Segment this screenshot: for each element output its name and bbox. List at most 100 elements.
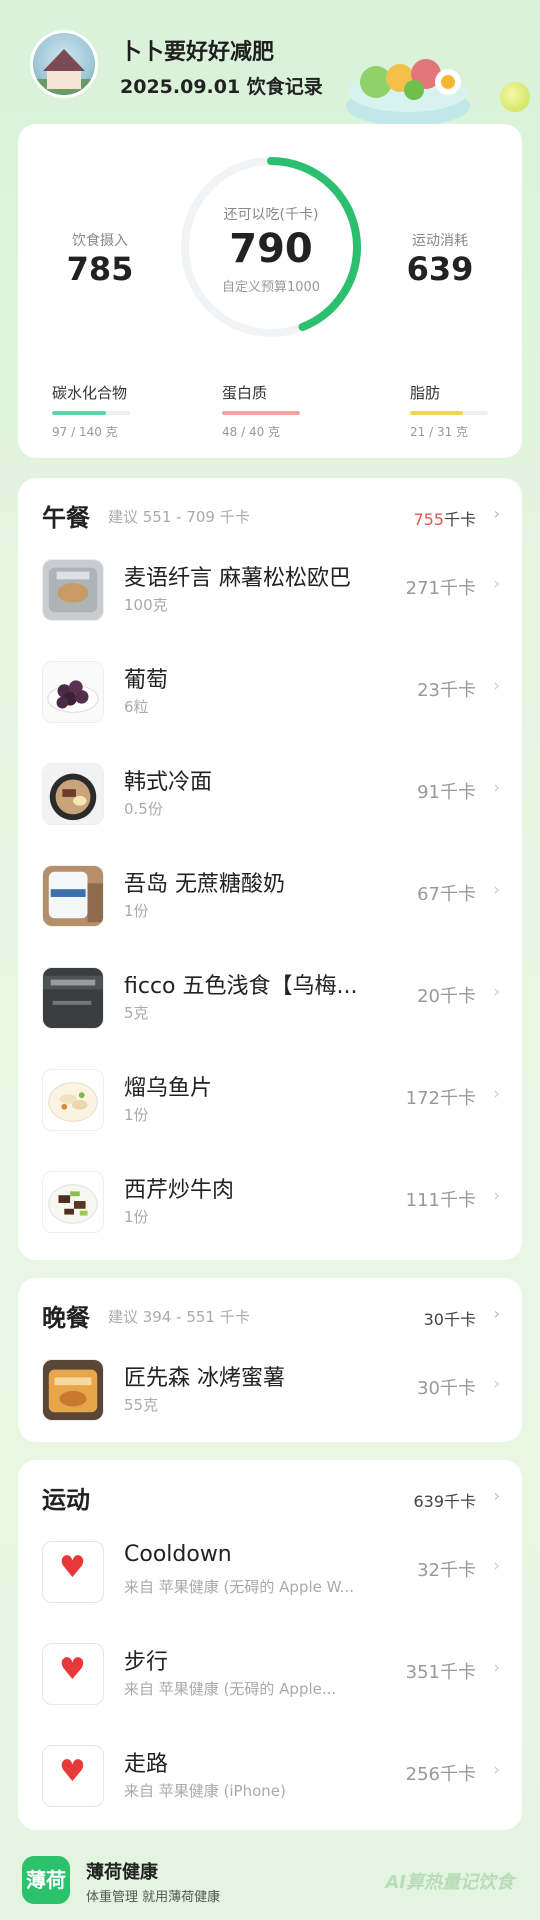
dinner-total: 30千卡 <box>423 1310 476 1329</box>
budget-text[interactable]: 自定义预算1000 <box>178 276 364 295</box>
exercise-kcal: 32千卡 <box>417 1560 476 1581</box>
macro-fat-value: 21 / 31 克 <box>410 425 469 439</box>
food-qty: 55克 <box>124 1396 159 1414</box>
dinner-header[interactable]: 晚餐 建议 394 - 551 千卡 30千卡 › <box>18 1278 522 1348</box>
avatar-roof <box>43 49 85 71</box>
footer-tagline: AI算热量记饮食 <box>385 1872 514 1893</box>
food-row-4[interactable]: ficco 五色浅食【乌梅... 5克 20千卡 › <box>18 952 522 1054</box>
exercise-value: 639 <box>406 250 474 288</box>
food-kcal: 111千卡 <box>405 1190 476 1211</box>
intake-value: 785 <box>66 250 134 288</box>
health-heart-icon: ♥ <box>42 1643 104 1705</box>
lunch-total: 755千卡 <box>413 506 476 530</box>
food-name: 西芹炒牛肉 <box>124 1178 235 1203</box>
chevron-right-icon: › <box>493 982 500 1002</box>
food-name: ficco 五色浅食【乌梅... <box>124 974 358 999</box>
food-row-2[interactable]: 韩式冷面 0.5份 91千卡 › <box>18 748 522 850</box>
exercise-row-1[interactable]: ♥ 步行 来自 苹果健康 (无碍的 Apple... 351千卡 › <box>18 1628 522 1730</box>
exercise-name: 步行 <box>124 1650 169 1675</box>
chevron-right-icon: › <box>493 504 500 523</box>
intake-label: 饮食摄入 <box>72 233 128 249</box>
exercise-label: 运动消耗 <box>412 233 468 249</box>
lunch-card: 午餐 建议 551 - 709 千卡 755千卡 › 麦语纤言 麻薯松松欧巴 1… <box>18 478 522 1260</box>
exercise-source: 来自 苹果健康 (iPhone) <box>124 1782 286 1800</box>
exercise-total: 639千卡 <box>413 1492 476 1511</box>
chevron-right-icon: › <box>493 1486 500 1505</box>
dinner-card: 晚餐 建议 394 - 551 千卡 30千卡 › 匠先森 冰烤蜜薯 55克 3… <box>18 1278 522 1442</box>
food-kcal: 20千卡 <box>417 986 476 1007</box>
macro-carbs-bar <box>52 411 130 415</box>
food-row-5[interactable]: 熘乌鱼片 1份 172千卡 › <box>18 1054 522 1156</box>
food-qty: 0.5份 <box>124 800 163 818</box>
exercise-card: 运动 639千卡 › ♥ Cooldown 来自 苹果健康 (无碍的 Apple… <box>18 1460 522 1830</box>
brand-slogan: 体重管理 就用薄荷健康 <box>86 1890 221 1905</box>
food-kcal: 30千卡 <box>417 1378 476 1399</box>
macro-fat-name: 脂肪 <box>410 384 441 402</box>
grape-thumb <box>42 661 104 723</box>
ficco-thumb <box>42 967 104 1029</box>
food-qty: 6粒 <box>124 698 149 716</box>
food-name: 吾岛 无蔗糖酸奶 <box>124 872 285 897</box>
health-heart-icon: ♥ <box>42 1745 104 1807</box>
food-kcal: 67千卡 <box>417 884 476 905</box>
lunch-hint: 建议 551 - 709 千卡 <box>108 508 250 526</box>
exercise-source: 来自 苹果健康 (无碍的 Apple... <box>124 1680 337 1698</box>
food-kcal: 271千卡 <box>405 578 476 599</box>
remaining-label: 还可以吃(千卡) <box>223 207 319 223</box>
dinner-title: 晚餐 <box>42 1304 90 1332</box>
lunch-total-value: 755 <box>413 510 444 529</box>
food-kcal: 91千卡 <box>417 782 476 803</box>
sweet-potato-thumb <box>42 1359 104 1421</box>
macro-fat: 脂肪 21 / 31 克 <box>410 382 530 440</box>
macro-protein: 蛋白质 48 / 40 克 <box>222 382 342 440</box>
exercise-row-2[interactable]: ♥ 走路 来自 苹果健康 (iPhone) 256千卡 › <box>18 1730 522 1832</box>
macro-fat-bar <box>410 411 488 415</box>
food-name: 麦语纤言 麻薯松松欧巴 <box>124 566 351 591</box>
macro-carbs-name: 碳水化合物 <box>52 384 128 402</box>
exercise-name: Cooldown <box>124 1542 232 1567</box>
chevron-right-icon: › <box>493 1760 500 1780</box>
chevron-right-icon: › <box>493 778 500 798</box>
dinner-hint: 建议 394 - 551 千卡 <box>108 1308 250 1326</box>
chevron-right-icon: › <box>493 880 500 900</box>
chevron-right-icon: › <box>493 1556 500 1576</box>
lunch-header[interactable]: 午餐 建议 551 - 709 千卡 755千卡 › <box>18 478 522 548</box>
chevron-right-icon: › <box>493 1186 500 1206</box>
exercise-source: 来自 苹果健康 (无碍的 Apple W... <box>124 1578 355 1596</box>
food-row-3[interactable]: 吾岛 无蔗糖酸奶 1份 67千卡 › <box>18 850 522 952</box>
lunch-total-unit: 千卡 <box>443 510 476 529</box>
record-date: 2025.09.01 饮食记录 <box>120 76 323 98</box>
exercise-kcal: 351千卡 <box>405 1662 476 1683</box>
macro-carbs-fill <box>52 411 106 415</box>
macro-fat-fill <box>410 411 464 415</box>
lunch-title: 午餐 <box>42 504 90 532</box>
food-name: 韩式冷面 <box>124 770 213 795</box>
food-row-dinner-0[interactable]: 匠先森 冰烤蜜薯 55克 30千卡 › <box>18 1344 522 1446</box>
yogurt-thumb <box>42 865 104 927</box>
bread-thumb <box>42 559 104 621</box>
food-row-1[interactable]: 葡萄 6粒 23千卡 › <box>18 646 522 748</box>
exercise-row-0[interactable]: ♥ Cooldown 来自 苹果健康 (无碍的 Apple W... 32千卡 … <box>18 1526 522 1628</box>
avatar[interactable] <box>30 30 98 98</box>
food-kcal: 172千卡 <box>405 1088 476 1109</box>
footer-banner: 薄荷 薄荷健康 体重管理 就用薄荷健康 AI算热量记饮食 <box>0 1846 540 1920</box>
chevron-right-icon: › <box>493 676 500 696</box>
exercise-kcal: 256千卡 <box>405 1764 476 1785</box>
macro-protein-bar <box>222 411 300 415</box>
food-name: 匠先森 冰烤蜜薯 <box>124 1366 285 1391</box>
food-qty: 1份 <box>124 1106 149 1124</box>
beef-thumb <box>42 1171 104 1233</box>
food-qty: 1份 <box>124 902 149 920</box>
exercise-name: 走路 <box>124 1752 169 1777</box>
fish-thumb <box>42 1069 104 1131</box>
food-name: 葡萄 <box>124 668 169 693</box>
food-row-0[interactable]: 麦语纤言 麻薯松松欧巴 100克 271千卡 › <box>18 544 522 646</box>
exercise-header[interactable]: 运动 639千卡 › <box>18 1460 522 1530</box>
food-qty: 100克 <box>124 596 168 614</box>
macro-carbs: 碳水化合物 97 / 140 克 <box>52 382 172 440</box>
chevron-right-icon: › <box>493 1084 500 1104</box>
app-logo: 薄荷 <box>22 1856 70 1904</box>
noodle-thumb <box>42 763 104 825</box>
food-row-6[interactable]: 西芹炒牛肉 1份 111千卡 › <box>18 1156 522 1258</box>
remaining-value: 790 <box>229 226 313 272</box>
